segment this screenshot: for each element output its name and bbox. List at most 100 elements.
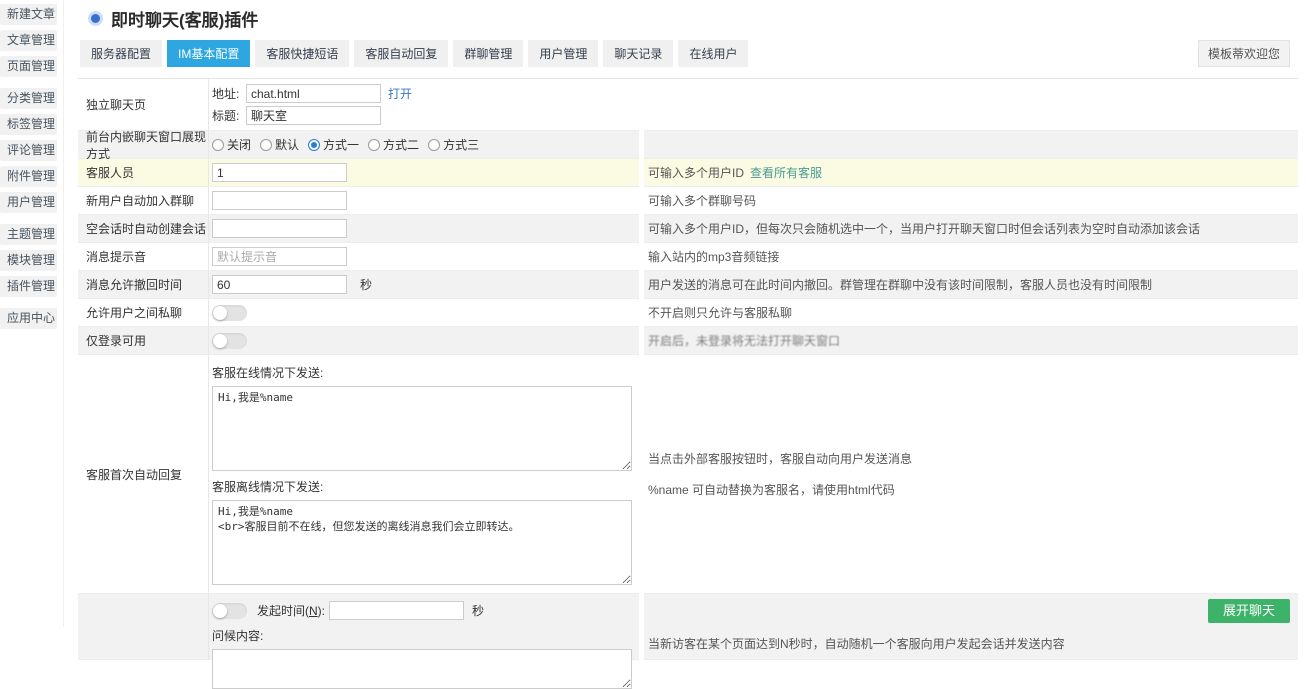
auto-join-group-input[interactable]: [212, 191, 347, 210]
sidebar-item-app-center[interactable]: 应用中心: [0, 308, 57, 329]
radio-icon: [428, 139, 440, 151]
hint-text: 用户发送的消息可在此时间内撤回。群管理在群聊中没有该时间限制，客服人员也没有时间…: [648, 276, 1152, 293]
online-reply-textarea[interactable]: Hi,我是%name: [212, 386, 632, 471]
hint-text: 当点击外部客服按钮时，客服自动向用户发送消息: [648, 450, 912, 467]
toggle-knob: [213, 306, 227, 320]
radio-option-mode1[interactable]: 方式一: [308, 136, 359, 153]
sidebar-item-comment-manage[interactable]: 评论管理: [0, 140, 57, 161]
greeting-content-textarea[interactable]: [212, 649, 632, 689]
hint-text: 开启后，未登录将无法打开聊天窗口: [648, 332, 840, 349]
main-content: 即时聊天(客服)插件 服务器配置 IM基本配置 客服快捷短语 客服自动回复 群聊…: [78, 0, 1298, 660]
login-only-toggle[interactable]: [212, 333, 247, 349]
sidebar-item-attachment-manage[interactable]: 附件管理: [0, 166, 57, 187]
sidebar-item-page-manage[interactable]: 页面管理: [0, 56, 57, 77]
tab-quick-phrases[interactable]: 客服快捷短语: [255, 40, 349, 67]
hint-text: 可输入多个用户ID: [648, 164, 744, 181]
title-row: 即时聊天(客服)插件: [78, 5, 1298, 31]
radio-option-mode3[interactable]: 方式三: [428, 136, 479, 153]
message-sound-input[interactable]: [212, 247, 347, 266]
tab-group-chat-manage[interactable]: 群聊管理: [453, 40, 523, 67]
title-label: 标题:: [212, 107, 246, 124]
row-message-sound: 消息提示音 输入站内的mp3音频链接: [78, 243, 1298, 271]
toggle-knob: [213, 334, 227, 348]
field-label: 客服人员: [78, 159, 208, 186]
hint-text: 输入站内的mp3音频链接: [648, 248, 779, 265]
radio-label: 默认: [275, 136, 299, 153]
sidebar-item-plugin-manage[interactable]: 插件管理: [0, 276, 57, 297]
staff-ids-input[interactable]: [212, 163, 347, 182]
radio-label: 关闭: [227, 136, 251, 153]
sidebar-item-tag-manage[interactable]: 标签管理: [0, 114, 57, 135]
offline-reply-textarea[interactable]: Hi,我是%name <br>客服目前不在线，但您发送的离线消息我们会立即转达。: [212, 500, 632, 585]
tab-server-config[interactable]: 服务器配置: [80, 40, 162, 67]
greeting-content-label: 问候内容:: [212, 627, 639, 644]
hint-text: 当新访客在某个页面达到N秒时，自动随机一个客服向用户发起会话并发送内容: [648, 635, 1065, 652]
allow-private-chat-toggle[interactable]: [212, 305, 247, 321]
unit-label: 秒: [472, 602, 484, 619]
row-auto-create-session: 空会话时自动创建会话 可输入多个用户ID，但每次只会随机选中一个，当用户打开聊天…: [78, 215, 1298, 243]
auto-create-session-input[interactable]: [212, 219, 347, 238]
field-label: 独立聊天页: [78, 79, 208, 130]
radio-icon: [368, 139, 380, 151]
radio-label: 方式一: [323, 136, 359, 153]
toggle-knob: [213, 604, 227, 618]
address-label: 地址:: [212, 85, 246, 102]
row-greeting: 发起时间(N): 秒 问候内容: 当新访客在某个页面达到N秒时，自动随机一个客服…: [78, 594, 1298, 660]
radio-option-default[interactable]: 默认: [260, 136, 299, 153]
chat-page-title-input[interactable]: [246, 106, 381, 125]
tab-user-manage[interactable]: 用户管理: [528, 40, 598, 67]
row-first-auto-reply: 客服首次自动回复 客服在线情况下发送: Hi,我是%name 客服离线情况下发送…: [78, 355, 1298, 594]
greeting-time-input[interactable]: [329, 601, 464, 620]
radio-option-mode2[interactable]: 方式二: [368, 136, 419, 153]
settings-table: 独立聊天页 地址: 打开 标题: 前台内嵌聊天窗口展现方式: [78, 78, 1298, 660]
radio-option-close[interactable]: 关闭: [212, 136, 251, 153]
row-staff: 客服人员 可输入多个用户ID 查看所有客服: [78, 159, 1298, 187]
sidebar: 新建文章 文章管理 页面管理 分类管理 标签管理 评论管理 附件管理 用户管理 …: [0, 0, 64, 627]
unit-label: 秒: [360, 276, 372, 293]
field-label: 前台内嵌聊天窗口展现方式: [78, 131, 208, 158]
tab-chat-records[interactable]: 聊天记录: [603, 40, 673, 67]
field-label: 客服首次自动回复: [78, 355, 208, 593]
field-label: 消息提示音: [78, 243, 208, 270]
hint-text: 可输入多个群聊号码: [648, 192, 756, 209]
field-label: 空会话时自动创建会话: [78, 215, 208, 242]
row-allow-private-chat: 允许用户之间私聊 不开启则只允许与客服私聊: [78, 299, 1298, 327]
row-recall-time: 消息允许撤回时间 秒 用户发送的消息可在此时间内撤回。群管理在群聊中没有该时间限…: [78, 271, 1298, 299]
row-embed-mode: 前台内嵌聊天窗口展现方式 关闭 默认 方式一 方式二 方式三: [78, 131, 1298, 159]
chat-page-address-input[interactable]: [246, 84, 381, 103]
field-label: 消息允许撤回时间: [78, 271, 208, 298]
open-chat-page-link[interactable]: 打开: [388, 85, 412, 102]
radio-icon: [212, 139, 224, 151]
radio-label: 方式三: [443, 136, 479, 153]
tab-bar: 服务器配置 IM基本配置 客服快捷短语 客服自动回复 群聊管理 用户管理 聊天记…: [80, 40, 1298, 67]
row-auto-join-group: 新用户自动加入群聊 可输入多个群聊号码: [78, 187, 1298, 215]
field-label: 新用户自动加入群聊: [78, 187, 208, 214]
view-all-staff-link[interactable]: 查看所有客服: [750, 164, 822, 181]
tab-auto-reply[interactable]: 客服自动回复: [354, 40, 448, 67]
sidebar-item-category-manage[interactable]: 分类管理: [0, 88, 57, 109]
sidebar-item-module-manage[interactable]: 模块管理: [0, 250, 57, 271]
tab-online-users[interactable]: 在线用户: [678, 40, 748, 67]
sidebar-item-user-manage[interactable]: 用户管理: [0, 192, 57, 213]
hint-text: 不开启则只允许与客服私聊: [648, 304, 792, 321]
radio-checked-icon: [308, 139, 320, 151]
hint-text: %name 可自动替换为客服名，请使用html代码: [648, 481, 895, 498]
field-label: 仅登录可用: [78, 327, 208, 354]
greeting-toggle[interactable]: [212, 603, 247, 619]
page-title: 即时聊天(客服)插件: [111, 6, 258, 31]
tab-im-basic-config[interactable]: IM基本配置: [167, 40, 250, 67]
welcome-button[interactable]: 模板蒂欢迎您: [1198, 40, 1290, 67]
sidebar-item-theme-manage[interactable]: 主题管理: [0, 224, 57, 245]
plugin-bullet-icon: [91, 14, 100, 23]
recall-time-input[interactable]: [212, 275, 347, 294]
field-label: 允许用户之间私聊: [78, 299, 208, 326]
row-standalone-page: 独立聊天页 地址: 打开 标题:: [78, 79, 1298, 131]
sidebar-item-article-manage[interactable]: 文章管理: [0, 30, 57, 51]
online-send-label: 客服在线情况下发送:: [212, 364, 639, 381]
greeting-time-label: 发起时间(N):: [257, 602, 325, 619]
row-login-only: 仅登录可用 开启后，未登录将无法打开聊天窗口: [78, 327, 1298, 355]
radio-label: 方式二: [383, 136, 419, 153]
expand-chat-button[interactable]: 展开聊天: [1208, 599, 1290, 623]
sidebar-item-new-article[interactable]: 新建文章: [0, 4, 57, 25]
offline-send-label: 客服离线情况下发送:: [212, 478, 639, 495]
